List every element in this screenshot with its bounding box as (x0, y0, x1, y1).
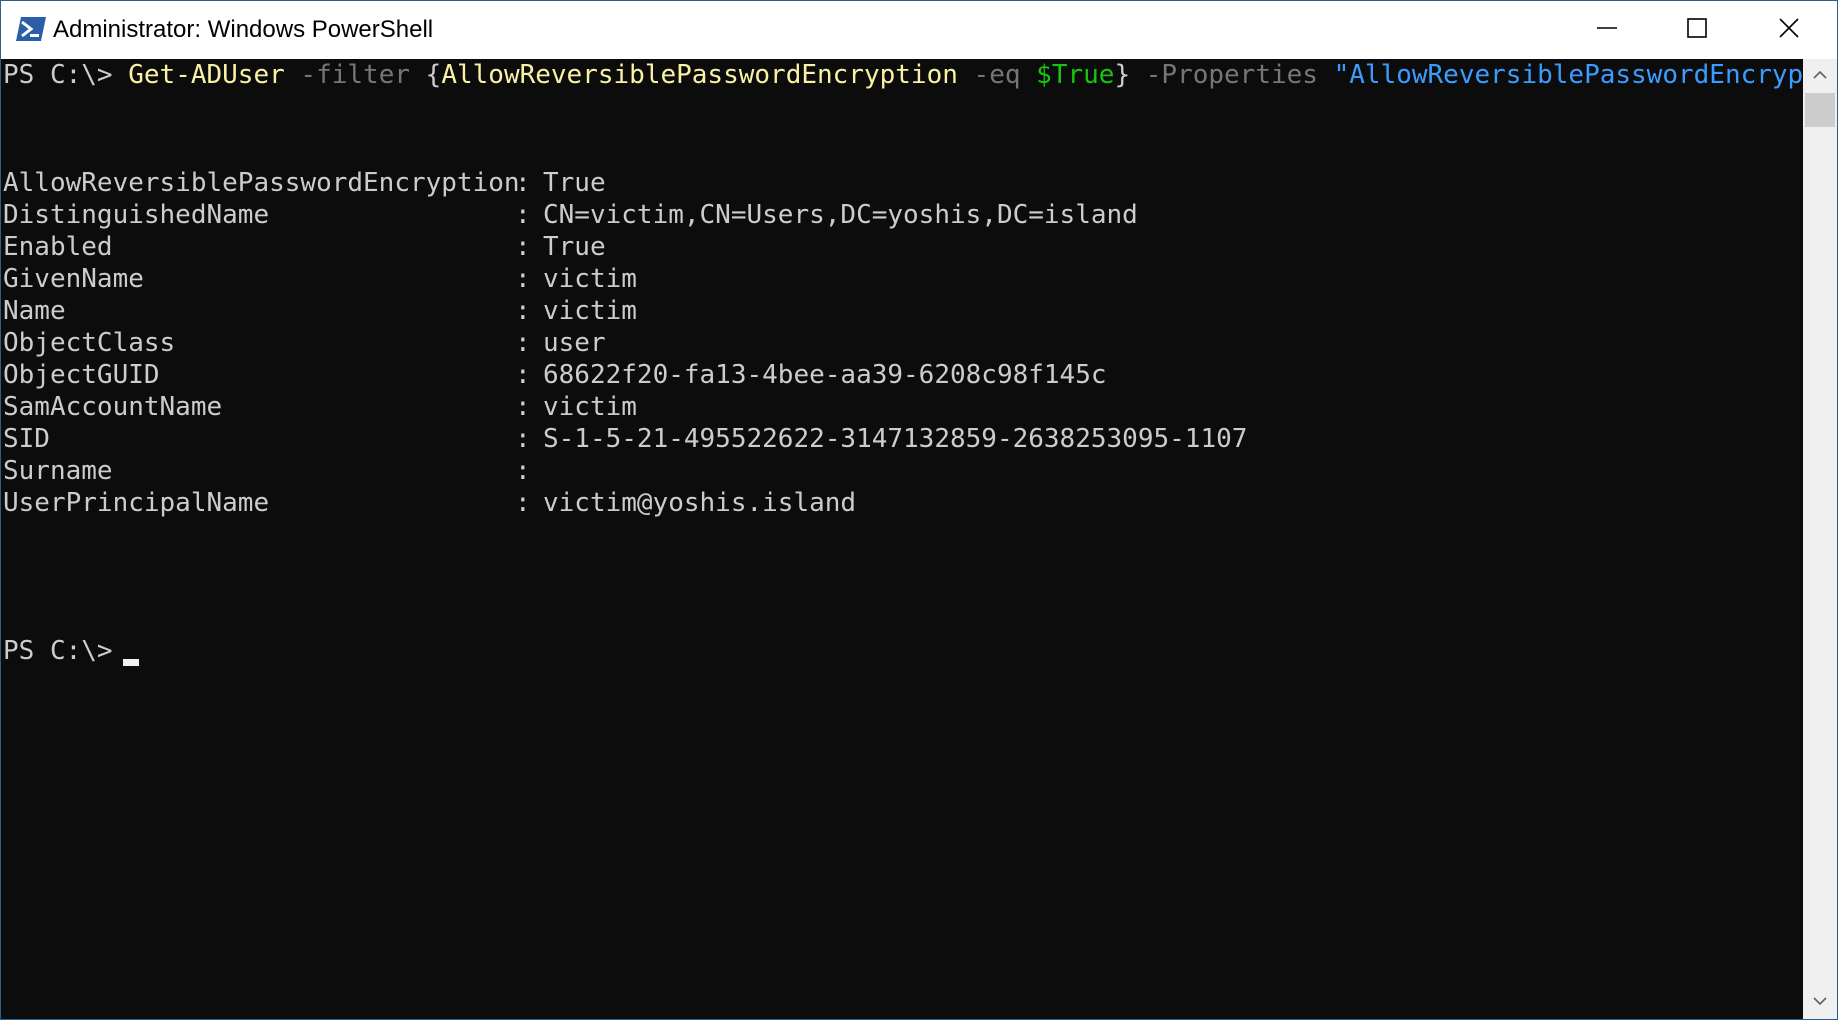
property-name: SID (3, 424, 50, 454)
property-separator: : (515, 328, 531, 358)
scroll-down-button[interactable] (1803, 985, 1837, 1019)
property-value: user (543, 328, 606, 358)
property-value: True (543, 232, 606, 262)
output-row: UserPrincipalName : victim@yoshis.island (3, 487, 856, 519)
scroll-thumb[interactable] (1805, 93, 1835, 127)
command-line: PS C:\> Get-ADUser -filter {AllowReversi… (3, 59, 1803, 91)
property-separator: : (515, 232, 531, 262)
property-name: UserPrincipalName (3, 488, 270, 518)
property-separator: : (515, 488, 531, 518)
property-name: Name (3, 296, 66, 326)
property-name: SamAccountName (3, 392, 223, 422)
property-name: ObjectClass (3, 328, 176, 358)
final-prompt-line[interactable]: PS C:\> (3, 635, 128, 667)
output-row: SID : S-1-5-21-495522622-3147132859-2638… (3, 423, 1247, 455)
property-value: True (543, 168, 606, 198)
powershell-icon (15, 15, 47, 43)
properties-parameter: -Properties (1130, 60, 1334, 90)
output-row: Surname : (3, 455, 531, 487)
property-value: CN=victim,CN=Users,DC=yoshis,DC=island (543, 200, 1138, 230)
vertical-scrollbar[interactable] (1803, 59, 1837, 1019)
property-value: victim (543, 392, 637, 422)
property-separator: : (515, 168, 531, 198)
scroll-down-arrow-icon (1813, 993, 1827, 1011)
property-separator: : (515, 360, 531, 390)
scroll-up-button[interactable] (1803, 59, 1837, 93)
output-row: DistinguishedName : CN=victim,CN=Users,D… (3, 199, 1138, 231)
property-separator: : (515, 456, 531, 486)
property-value: victim (543, 296, 637, 326)
property-value: S-1-5-21-495522622-3147132859-2638253095… (543, 424, 1248, 454)
output-row: Enabled : True (3, 231, 606, 263)
minimize-button[interactable] (1561, 1, 1653, 59)
filter-property: AllowReversiblePasswordEncryption (441, 60, 958, 90)
property-separator: : (515, 392, 531, 422)
console-output[interactable]: PS C:\> Get-ADUser -filter {AllowReversi… (1, 59, 1803, 1019)
maximize-icon (1686, 17, 1708, 44)
scroll-up-arrow-icon (1813, 67, 1827, 85)
close-button[interactable] (1743, 1, 1835, 59)
property-name: ObjectGUID (3, 360, 160, 390)
prompt: PS C:\> (3, 60, 129, 90)
output-row: ObjectClass : user (3, 327, 606, 359)
output-row: AllowReversiblePasswordEncryption : True (3, 167, 606, 199)
filter-close-brace: } (1114, 60, 1131, 90)
minimize-icon (1596, 17, 1618, 44)
property-name: AllowReversiblePasswordEncryption (3, 168, 520, 198)
property-name: Surname (3, 456, 113, 486)
property-separator: : (515, 200, 531, 230)
property-value: 68622f20-fa13-4bee-aa39-6208c98f145c (543, 360, 1107, 390)
property-separator: : (515, 264, 531, 294)
output-row: Name : victim (3, 295, 637, 327)
filter-parameter: -filter (284, 60, 426, 90)
property-name: GivenName (3, 264, 144, 294)
text-cursor (123, 659, 139, 666)
filter-open-brace: { (425, 60, 442, 90)
output-row: GivenName : victim (3, 263, 637, 295)
prompt: PS C:\> (3, 636, 129, 666)
output-row: ObjectGUID : 68622f20-fa13-4bee-aa39-620… (3, 359, 1107, 391)
cmdlet: Get-ADUser (128, 60, 285, 90)
property-separator: : (515, 296, 531, 326)
window-title: Administrator: Windows PowerShell (53, 16, 434, 43)
powershell-window: Administrator: Windows PowerShell PS C:\… (0, 0, 1838, 1020)
property-separator: : (515, 424, 531, 454)
properties-value: "AllowReversiblePasswordEncryption" (1333, 60, 1803, 90)
filter-operator: -eq (957, 60, 1037, 90)
filter-value: $True (1036, 60, 1115, 90)
title-bar[interactable]: Administrator: Windows PowerShell (1, 1, 1837, 59)
property-value: victim (543, 264, 637, 294)
output-row: SamAccountName : victim (3, 391, 637, 423)
maximize-button[interactable] (1651, 1, 1743, 59)
property-name: DistinguishedName (3, 200, 270, 230)
property-name: Enabled (3, 232, 113, 262)
property-value: victim@yoshis.island (543, 488, 857, 518)
close-icon (1778, 17, 1800, 44)
